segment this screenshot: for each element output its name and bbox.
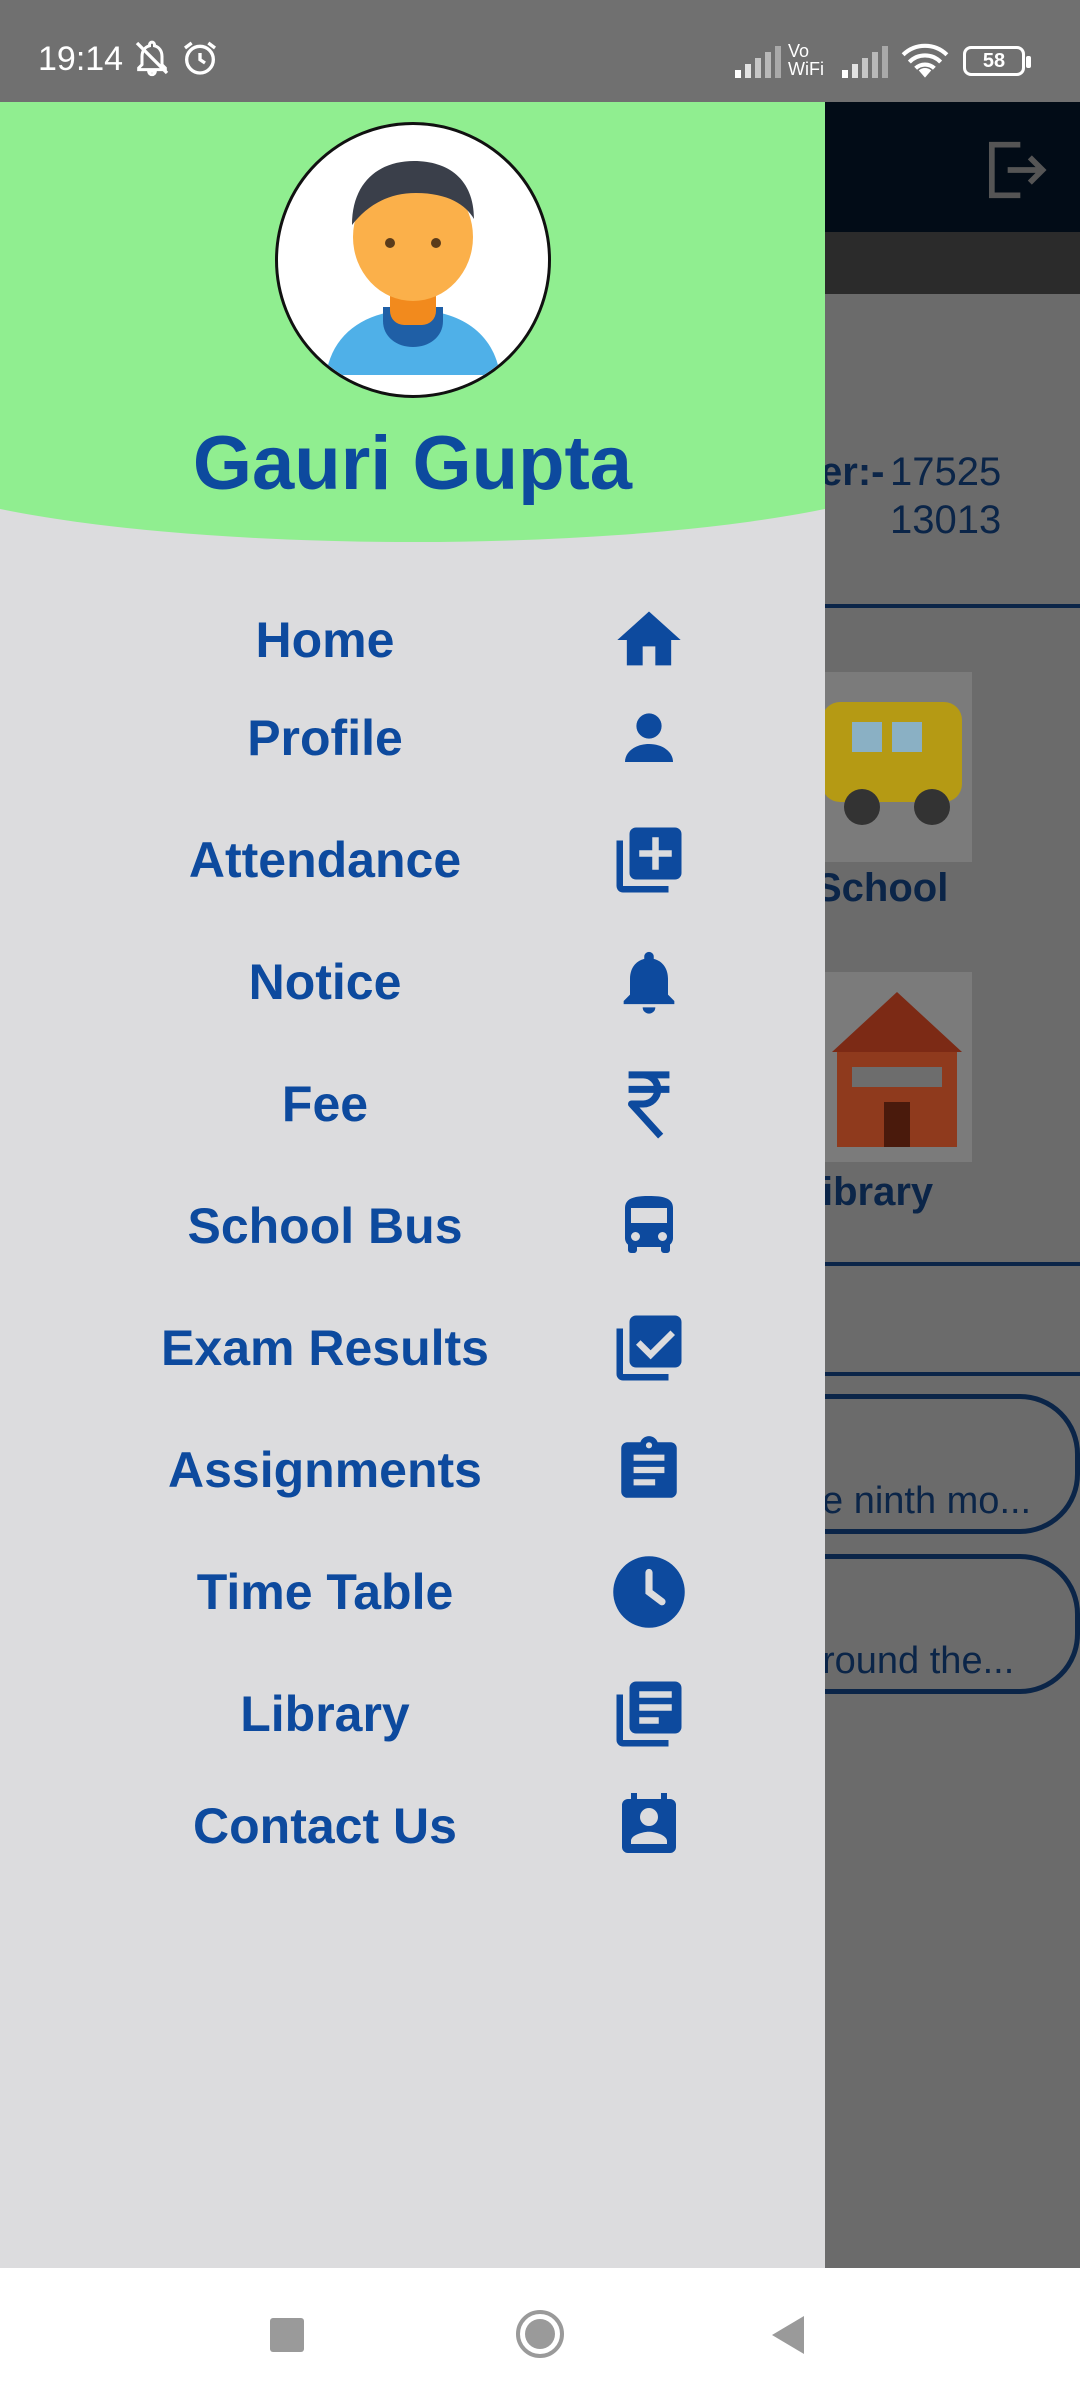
wifi-icon xyxy=(901,43,949,78)
signal-icon-2 xyxy=(842,46,888,78)
user-avatar-icon xyxy=(326,161,500,375)
menu-item-time-table[interactable]: Time Table xyxy=(0,1542,825,1642)
status-bar: 19:14 Vo WiFi 58 xyxy=(0,0,1080,102)
notice-1-text: e ninth mo... xyxy=(822,1480,1032,1522)
recents-icon[interactable] xyxy=(268,2316,306,2354)
logout-icon[interactable] xyxy=(976,132,1052,208)
menu-item-attendance[interactable]: Attendance xyxy=(0,810,825,910)
menu-item-school-bus[interactable]: School Bus xyxy=(0,1176,825,1276)
menu-item-home[interactable]: Home xyxy=(0,590,825,690)
bell-icon xyxy=(609,942,689,1022)
menu-item-label: Contact Us xyxy=(193,1798,457,1854)
menu-item-contact-us[interactable]: Contact Us xyxy=(0,1776,825,1876)
clock-icon xyxy=(609,1552,689,1632)
contact-card-icon xyxy=(609,1786,689,1866)
menu-item-fee[interactable]: Fee xyxy=(0,1054,825,1154)
home-circle-icon[interactable] xyxy=(514,2308,566,2360)
notice-2-text: round the... xyxy=(822,1640,1015,1682)
system-nav-bar xyxy=(0,2268,1080,2400)
reg-label-fragment: er:- xyxy=(820,450,885,494)
vowifi-bottom-text: WiFi xyxy=(788,59,824,79)
person-icon xyxy=(609,698,689,778)
navigation-drawer: Gauri Gupta Home Profile Attendance Noti… xyxy=(0,102,825,2268)
menu-item-label: School Bus xyxy=(187,1198,463,1254)
menu-item-assignments[interactable]: Assignments xyxy=(0,1420,825,1520)
tile-library-label: ibrary xyxy=(822,1170,934,1214)
library-image[interactable] xyxy=(822,972,972,1162)
menu-item-label: Assignments xyxy=(168,1442,482,1498)
home-icon xyxy=(609,600,689,680)
menu-item-exam-results[interactable]: Exam Results xyxy=(0,1298,825,1398)
school-bus-image[interactable] xyxy=(822,672,972,862)
divider xyxy=(800,604,1080,608)
menu-item-notice[interactable]: Notice xyxy=(0,932,825,1032)
clipboard-icon xyxy=(609,1430,689,1510)
back-triangle-icon[interactable] xyxy=(768,2314,808,2356)
avatar[interactable] xyxy=(275,122,551,398)
menu-item-library[interactable]: Library xyxy=(0,1664,825,1764)
menu-item-label: Fee xyxy=(281,1076,369,1132)
library-books-icon xyxy=(609,1674,689,1754)
menu-item-label: Library xyxy=(240,1686,410,1742)
status-time: 19:14 xyxy=(38,40,124,78)
user-name: Gauri Gupta xyxy=(192,421,633,506)
menu-item-label: Home xyxy=(255,612,395,668)
signal-icon xyxy=(735,46,781,78)
menu-item-label: Notice xyxy=(248,954,402,1010)
tile-school-label: School xyxy=(815,866,949,910)
menu-item-profile[interactable]: Profile xyxy=(0,688,825,788)
checklist-icon xyxy=(609,1308,689,1388)
reg-value: 17525 xyxy=(890,450,1002,494)
battery-icon: 58 xyxy=(963,46,1031,76)
rupee-icon xyxy=(609,1064,689,1144)
add-box-icon xyxy=(609,820,689,900)
divider-2 xyxy=(800,1262,1080,1266)
bus-icon xyxy=(609,1186,689,1266)
vowifi-top-text: Vo xyxy=(788,41,810,61)
mute-bell-icon xyxy=(135,40,169,77)
alarm-icon xyxy=(184,41,216,75)
menu-item-label: Profile xyxy=(247,710,403,766)
vowifi-icon: Vo WiFi xyxy=(788,42,824,78)
menu-item-label: Attendance xyxy=(188,832,462,888)
menu-item-label: Exam Results xyxy=(161,1320,489,1376)
divider-3 xyxy=(800,1372,1080,1376)
menu-item-label: Time Table xyxy=(196,1564,454,1620)
roll-value: 13013 xyxy=(890,498,1002,542)
